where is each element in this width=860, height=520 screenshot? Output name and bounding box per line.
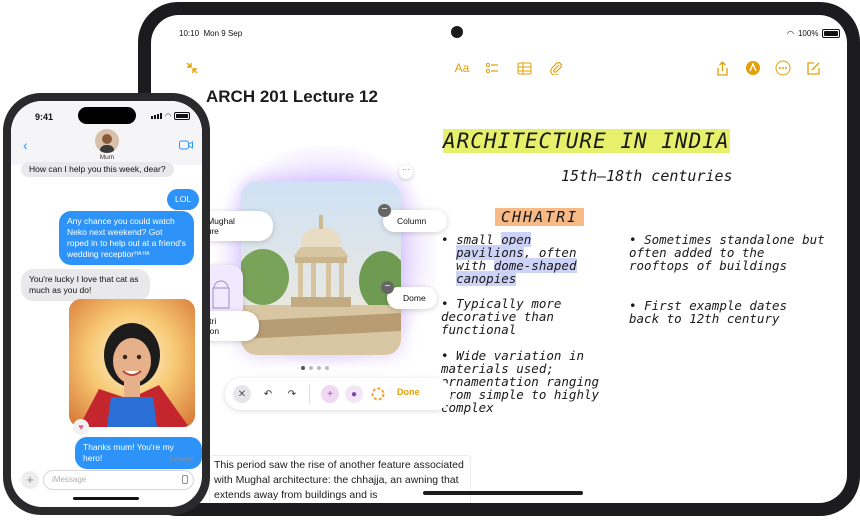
battery-percent: 100% [797, 29, 819, 38]
chip-column-label: Column [397, 216, 427, 226]
checklist-icon[interactable] [481, 57, 503, 79]
remove-dome-icon[interactable]: − [381, 281, 394, 294]
bullet-2-text: Typically more decorative than functiona… [441, 296, 562, 337]
collapse-icon[interactable] [181, 57, 203, 79]
note-bullet-5[interactable]: • First example dates back to 12th centu… [629, 299, 809, 325]
image-page-dots[interactable] [301, 366, 329, 370]
iphone-status-icons: ◠ [151, 112, 191, 120]
status-date: Mon 9 Sep [203, 29, 243, 38]
home-indicator [423, 491, 583, 495]
battery-icon [822, 29, 841, 38]
contact-avatar[interactable] [95, 129, 119, 153]
image-playground-toolbar: ✕ ↶ ↷ + ● Done [225, 378, 451, 410]
wifi-icon: ◠ [165, 113, 172, 120]
ipad-screen: 10:10 Mon 9 Sep ◠ 100% Aa ARCH 201 Lectu… [151, 15, 847, 503]
microphone-icon[interactable] [182, 475, 188, 484]
status-time: 10:10 [179, 29, 200, 38]
image-options-icon[interactable]: ··· [399, 165, 413, 179]
close-icon[interactable]: ✕ [233, 385, 251, 403]
ipad-status-time-date: 10:10 Mon 9 Sep [179, 29, 242, 38]
toolbar-divider [309, 385, 310, 403]
iphone-home-indicator [73, 497, 139, 500]
heart-reaction-icon[interactable]: ♥ [73, 419, 89, 435]
wifi-icon: ◠ [787, 29, 794, 38]
concept-chip-column[interactable]: − Column [378, 204, 447, 232]
iphone-device: 9:41 ◠ ‹ Mum How can I help you this wee… [3, 93, 210, 515]
iphone-status-time: 9:41 [35, 112, 54, 122]
front-camera [451, 26, 463, 38]
contact-name[interactable]: Mum [97, 154, 117, 161]
note-bullet-3[interactable]: • Wide variation in materials used; orna… [441, 349, 631, 414]
note-title[interactable]: ARCH 201 Lecture 12 [206, 87, 378, 107]
genmoji-image[interactable] [69, 299, 195, 427]
ipad-status-right: ◠ 100% [787, 29, 841, 38]
style-icon[interactable] [369, 385, 387, 403]
generated-image-chhatri[interactable] [241, 181, 401, 355]
note-bullet-1[interactable]: • small open pavilions, often with dome-… [441, 232, 621, 286]
more-icon[interactable] [772, 57, 794, 79]
note-section[interactable]: CHHATRI [495, 208, 585, 226]
note-heading[interactable]: ARCHITECTURE IN INDIA [443, 129, 730, 153]
person-icon[interactable]: ● [345, 385, 363, 403]
message-incoming-1[interactable]: How can I help you this week, dear? [21, 162, 174, 177]
undo-icon[interactable]: ↶ [259, 385, 277, 403]
markup-icon[interactable] [742, 57, 764, 79]
ipad-device: 10:10 Mon 9 Sep ◠ 100% Aa ARCH 201 Lectu… [138, 2, 860, 516]
chip-dome-label: Dome [403, 293, 426, 303]
signal-icon [151, 113, 162, 119]
concept-chip-dome[interactable]: − Dome [381, 281, 437, 309]
message-outgoing-lol[interactable]: LOL [167, 189, 200, 210]
note-body-text[interactable]: This period saw the rise of another feat… [209, 455, 471, 503]
note-section-text: CHHATRI [495, 208, 585, 226]
note-subheading[interactable]: 15th–18th centuries [561, 167, 733, 185]
compose-icon[interactable] [802, 57, 824, 79]
add-concept-icon[interactable]: + [321, 385, 339, 403]
message-outgoing-3[interactable]: Thanks mum! You're my hero! [75, 437, 202, 469]
done-button[interactable]: Done [397, 387, 420, 397]
text-format-icon[interactable]: Aa [451, 57, 473, 79]
redo-icon[interactable]: ↷ [283, 385, 301, 403]
bullet-4-text: Sometimes standalone but often added to … [629, 232, 825, 273]
note-bullet-2[interactable]: • Typically more decorative than functio… [441, 297, 611, 336]
bullet-5-text: First example dates back to 12th century [629, 298, 788, 326]
remove-column-icon[interactable]: − [378, 204, 391, 217]
battery-icon [174, 112, 191, 120]
note-heading-text: ARCHITECTURE IN INDIA [443, 129, 730, 153]
message-incoming-2[interactable]: You're lucky I love that cat as much as … [21, 269, 150, 301]
message-input[interactable]: iMessage [43, 470, 194, 490]
share-icon[interactable] [711, 57, 733, 79]
message-input-placeholder: iMessage [52, 475, 87, 484]
bullet-1-text-g: canopies [456, 271, 517, 286]
back-chevron-icon[interactable]: ‹ [23, 137, 28, 153]
delivered-label: Delivered [169, 457, 195, 463]
table-icon[interactable] [513, 57, 535, 79]
video-call-icon[interactable] [179, 137, 193, 155]
message-outgoing-2[interactable]: Any chance you could watch Neko next wee… [59, 211, 194, 265]
iphone-screen: 9:41 ◠ ‹ Mum How can I help you this wee… [11, 101, 202, 507]
attachment-icon[interactable] [545, 57, 567, 79]
plus-button[interactable]: + [21, 471, 39, 489]
note-bullet-4[interactable]: • Sometimes standalone but often added t… [629, 233, 829, 272]
bullet-3-text: Wide variation in materials used; orname… [441, 348, 600, 415]
tapback-haha-badge[interactable]: HA HA [133, 249, 151, 265]
dynamic-island [78, 107, 136, 124]
